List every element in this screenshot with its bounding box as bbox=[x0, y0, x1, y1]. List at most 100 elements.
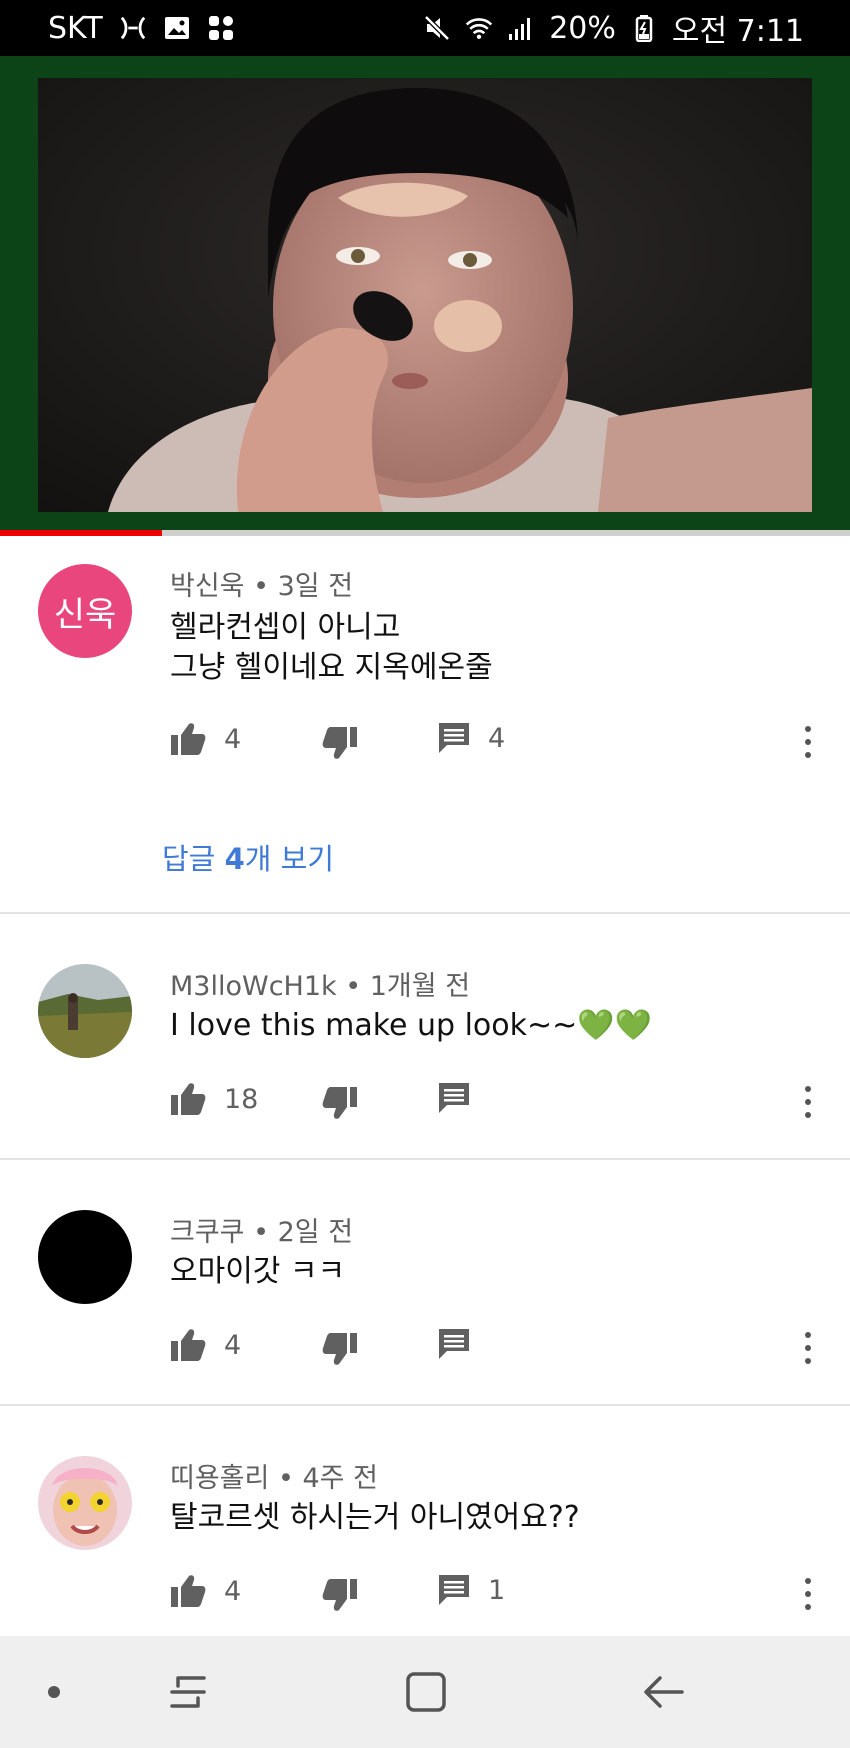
status-left: SKT bbox=[48, 11, 235, 46]
reply-count: 1 bbox=[488, 1574, 506, 1606]
comment-text: 탈코르셋 하시는거 아니였어요?? bbox=[170, 1498, 580, 1538]
wifi-icon bbox=[465, 14, 493, 42]
divider bbox=[0, 912, 850, 914]
dislike-button[interactable] bbox=[322, 1578, 358, 1612]
comment-actions: 4 4 bbox=[0, 722, 850, 762]
divider bbox=[0, 1158, 850, 1160]
video-thumbnail[interactable] bbox=[38, 78, 812, 512]
comment-text-line: I love this make up look~~💚💚 bbox=[170, 1008, 652, 1043]
home-button[interactable] bbox=[398, 1664, 454, 1720]
thumb-up-icon bbox=[171, 723, 206, 755]
divider bbox=[0, 1404, 850, 1406]
like-count: 4 bbox=[224, 1329, 242, 1361]
like-button[interactable]: 4 bbox=[170, 1574, 241, 1608]
comment-text-line: 탈코르셋 하시는거 아니였어요?? bbox=[170, 1500, 580, 1535]
dot-icon bbox=[48, 1686, 60, 1698]
meta-separator: • bbox=[336, 971, 370, 1002]
like-button[interactable]: 4 bbox=[170, 722, 241, 756]
comment-icon bbox=[439, 1575, 469, 1605]
comment-icon bbox=[439, 1329, 469, 1359]
like-count: 18 bbox=[224, 1083, 259, 1115]
signal-icon bbox=[507, 14, 535, 42]
comment-meta: 크쿠쿠 • 2일 전 bbox=[170, 1210, 353, 1249]
comment-text-line: 오마이갓 ㅋㅋ bbox=[170, 1254, 346, 1289]
thumb-up-icon bbox=[171, 1575, 206, 1607]
avatar-photo bbox=[38, 964, 132, 1058]
reply-button[interactable]: 1 bbox=[438, 1574, 505, 1606]
comment-icon bbox=[439, 1083, 469, 1113]
back-button[interactable] bbox=[636, 1664, 692, 1720]
video-progress-fill bbox=[0, 530, 162, 536]
comment-actions: 4 bbox=[0, 1328, 850, 1368]
comment-text-line: 그냥 헬이네요 지옥에온줄 bbox=[170, 650, 493, 685]
comment-time: 1개월 전 bbox=[369, 971, 471, 1002]
thumb-down-icon bbox=[322, 1333, 357, 1365]
like-button[interactable]: 18 bbox=[170, 1082, 258, 1116]
video-progress-bar[interactable] bbox=[0, 530, 850, 536]
status-bar: SKT 20% 오전 7:11 bbox=[0, 0, 850, 56]
avatar[interactable] bbox=[38, 1210, 132, 1304]
avatar-initials: 신욱 bbox=[53, 594, 117, 635]
avatar[interactable] bbox=[38, 1456, 132, 1550]
reply-button[interactable] bbox=[438, 1082, 488, 1114]
reply-count: 4 bbox=[488, 722, 506, 754]
comment-time: 3일 전 bbox=[277, 571, 354, 602]
more-options-button[interactable] bbox=[796, 1328, 820, 1368]
thumb-up-icon bbox=[171, 1329, 206, 1361]
meta-separator: • bbox=[269, 1463, 303, 1494]
comment-text-line: 헬라컨셉이 아니고 bbox=[170, 610, 401, 645]
more-options-button[interactable] bbox=[796, 1082, 820, 1122]
avatar-photo bbox=[38, 1456, 132, 1550]
comment-meta: 박신욱 • 3일 전 bbox=[170, 564, 353, 603]
comment-actions: 18 bbox=[0, 1082, 850, 1122]
comment-meta: 띠용홀리 • 4주 전 bbox=[170, 1456, 378, 1495]
app-grid-icon bbox=[207, 14, 235, 42]
video-frame-image bbox=[38, 78, 812, 512]
like-count: 4 bbox=[224, 1575, 242, 1607]
comment-text: 오마이갓 ㅋㅋ bbox=[170, 1252, 345, 1292]
comment-text: 헬라컨셉이 아니고 그냥 헬이네요 지옥에온줄 bbox=[170, 608, 493, 688]
mute-icon bbox=[423, 14, 451, 42]
dislike-button[interactable] bbox=[322, 1086, 358, 1120]
meta-separator: • bbox=[244, 571, 278, 602]
thumb-up-icon bbox=[171, 1083, 206, 1115]
nav-dot-button[interactable] bbox=[26, 1664, 82, 1720]
thumb-down-icon bbox=[322, 727, 357, 759]
video-player[interactable] bbox=[0, 56, 850, 530]
back-arrow-icon bbox=[644, 1676, 684, 1708]
carrier-label: SKT bbox=[48, 10, 103, 46]
dislike-button[interactable] bbox=[322, 726, 358, 760]
comment-text: I love this make up look~~💚💚 bbox=[170, 1006, 652, 1046]
clock: 오전 7:11 bbox=[671, 14, 804, 49]
comment-icon bbox=[439, 723, 469, 753]
thumb-down-icon bbox=[322, 1579, 357, 1611]
comment-time: 2일 전 bbox=[277, 1217, 354, 1248]
comment-time: 4주 전 bbox=[302, 1463, 378, 1494]
comment-author[interactable]: 크쿠쿠 bbox=[170, 1217, 245, 1248]
gallery-icon bbox=[163, 14, 191, 42]
more-options-button[interactable] bbox=[796, 722, 820, 762]
view-replies-link[interactable]: 답글 4개 보기 bbox=[162, 836, 334, 878]
reply-button[interactable]: 4 bbox=[438, 722, 505, 754]
more-options-button[interactable] bbox=[796, 1574, 820, 1614]
battery-icon bbox=[630, 14, 658, 42]
recent-apps-button[interactable] bbox=[160, 1664, 216, 1720]
avatar[interactable] bbox=[38, 964, 132, 1058]
comment-actions: 4 1 bbox=[0, 1574, 850, 1614]
home-icon bbox=[406, 1672, 446, 1712]
like-count: 4 bbox=[224, 723, 242, 755]
navigation-bar bbox=[0, 1636, 850, 1748]
comment-author[interactable]: M3lloWcH1k bbox=[170, 971, 337, 1002]
comment-author[interactable]: 박신욱 bbox=[170, 571, 245, 602]
comment-author[interactable]: 띠용홀리 bbox=[170, 1463, 269, 1494]
like-button[interactable]: 4 bbox=[170, 1328, 241, 1362]
status-right: 20% 오전 7:11 bbox=[423, 6, 804, 50]
reply-count-highlight: 4 bbox=[224, 842, 245, 876]
meta-separator: • bbox=[244, 1217, 278, 1248]
dislike-button[interactable] bbox=[322, 1332, 358, 1366]
recent-apps-icon bbox=[170, 1676, 206, 1708]
avatar[interactable]: 신욱 bbox=[38, 564, 132, 658]
comment-meta: M3lloWcH1k • 1개월 전 bbox=[170, 964, 470, 1003]
reply-button[interactable] bbox=[438, 1328, 488, 1360]
dual-app-icon bbox=[119, 14, 147, 42]
